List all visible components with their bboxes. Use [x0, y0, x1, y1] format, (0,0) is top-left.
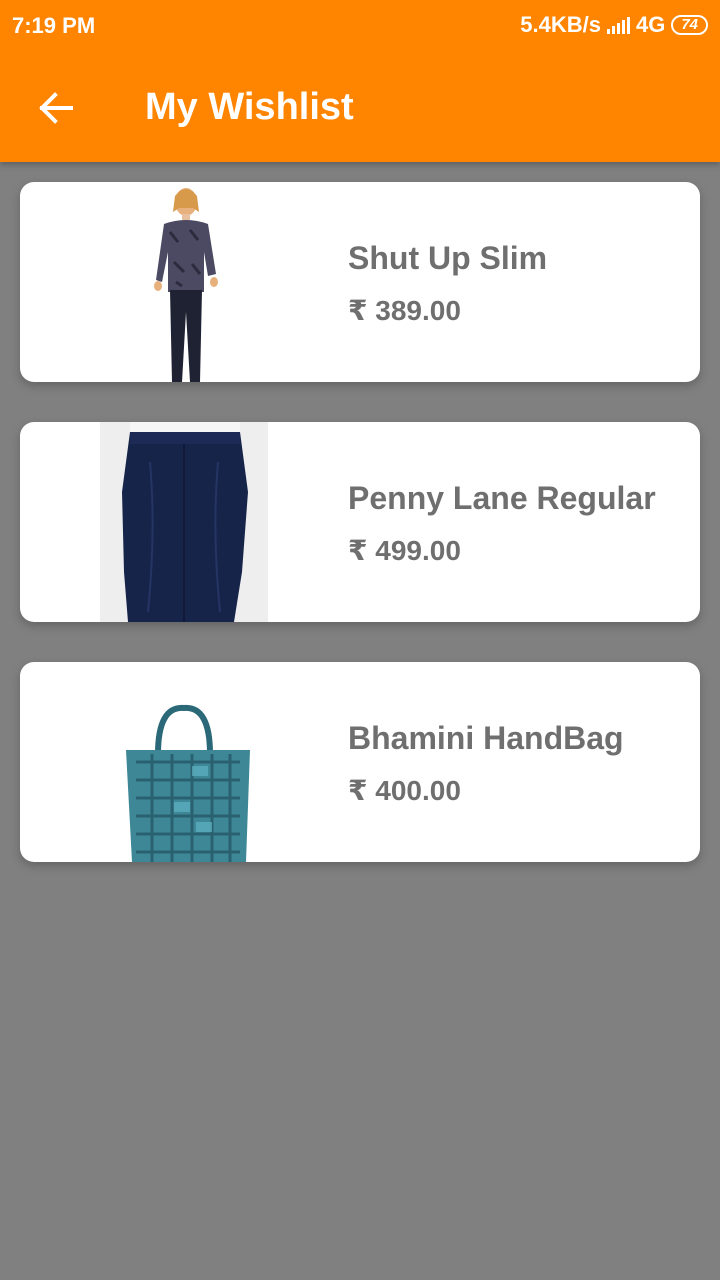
product-price: ₹ 499.00 — [348, 535, 461, 566]
product-name[interactable]: Penny Lane Regular — [348, 480, 656, 517]
product-price: ₹ 389.00 — [348, 295, 461, 326]
wishlist-item[interactable]: Shut Up Slim ₹ 389.00 — [20, 182, 700, 382]
navy-pencil-skirt-photo — [100, 422, 268, 622]
product-name[interactable]: Shut Up Slim — [348, 240, 547, 277]
back-button[interactable] — [32, 84, 80, 132]
product-name[interactable]: Bhamini HandBag — [348, 720, 624, 757]
woman-jeans-top-photo — [100, 182, 268, 382]
back-arrow-icon — [39, 92, 73, 124]
product-image[interactable] — [100, 422, 268, 622]
product-image[interactable] — [100, 182, 268, 382]
wishlist-item[interactable]: Bhamini HandBag ₹ 400.00 — [20, 662, 700, 862]
network-type: 4G — [635, 12, 666, 37]
status-bar: 7:19 PM 5.4KB/s 4G 74 — [0, 0, 720, 52]
wishlist: Shut Up Slim ₹ 389.00 Penny Lane Regular… — [20, 182, 700, 902]
teal-woven-handbag-photo — [100, 662, 268, 862]
wishlist-item[interactable]: Penny Lane Regular ₹ 499.00 — [20, 422, 700, 622]
product-price: ₹ 400.00 — [348, 775, 461, 806]
app-bar: 7:19 PM 5.4KB/s 4G 74 My Wishlist — [0, 0, 720, 162]
signal-icon — [606, 16, 630, 34]
battery-icon: 74 — [671, 15, 708, 35]
page-title: My Wishlist — [145, 86, 354, 128]
status-time: 7:19 PM — [12, 13, 96, 38]
battery-level: 74 — [681, 16, 698, 33]
network-speed: 5.4KB/s — [520, 12, 601, 37]
status-indicators: 5.4KB/s 4G 74 — [520, 12, 708, 38]
product-image[interactable] — [100, 662, 268, 862]
